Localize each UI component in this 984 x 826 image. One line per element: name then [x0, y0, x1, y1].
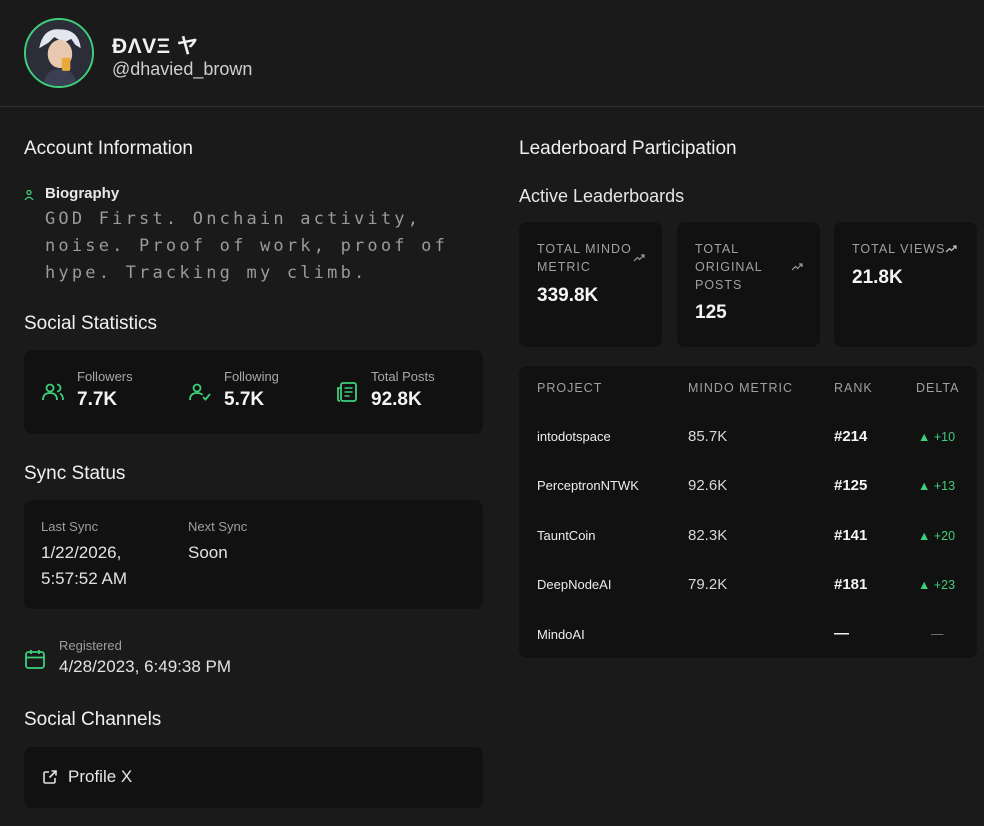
total-original-posts-label: TOTAL ORIGINAL POSTS — [695, 240, 763, 294]
sync-status-card: Last Sync 1/22/2026, 5:57:52 AM Next Syn… — [24, 500, 483, 609]
trending-up-icon — [633, 254, 645, 262]
project-rank: #214 — [834, 428, 868, 445]
social-statistics-title: Social Statistics — [24, 313, 158, 334]
total-views-value: 21.8K — [852, 267, 903, 288]
metric-label-line: TOTAL MINDO — [537, 242, 632, 256]
next-sync-label: Next Sync — [188, 519, 248, 534]
total-views-label: TOTAL VIEWS — [852, 240, 945, 258]
avatar-image — [26, 20, 92, 86]
newspaper-icon — [337, 382, 357, 402]
sync-status-title: Sync Status — [24, 463, 126, 484]
total-original-posts-value: 125 — [695, 302, 727, 323]
total-posts-value: 92.8K — [371, 389, 422, 410]
column-header-rank: RANK — [834, 381, 873, 395]
profile-header: ĐΛVΞ ヤ @dhavied_brown — [0, 0, 984, 107]
total-mindo-metric-value: 339.8K — [537, 285, 599, 306]
last-sync-date: 1/22/2026, — [41, 543, 122, 562]
project-metric: 79.2K — [688, 576, 728, 593]
project-delta: — — [931, 627, 944, 641]
calendar-icon — [25, 650, 45, 669]
leaderboard-participation-title: Leaderboard Participation — [519, 138, 737, 159]
project-name[interactable]: PerceptronNTWK — [537, 478, 639, 493]
last-sync-label: Last Sync — [41, 519, 99, 534]
project-name[interactable]: MindoAI — [537, 627, 585, 642]
biography-label: Biography — [45, 185, 120, 202]
last-sync-value: 1/22/2026, 5:57:52 AM — [41, 540, 127, 592]
avatar[interactable] — [24, 18, 94, 88]
trending-up-icon — [945, 245, 957, 253]
project-rank: #125 — [834, 477, 868, 494]
project-rank: #141 — [834, 527, 868, 544]
column-header-mindo-metric: MINDO METRIC — [688, 381, 794, 395]
user-icon — [24, 189, 34, 201]
social-channels-title: Social Channels — [24, 709, 162, 730]
column-header-project: PROJECT — [537, 381, 603, 395]
project-delta: ▲ +10 — [918, 430, 956, 444]
total-views-card: TOTAL VIEWS 21.8K — [834, 222, 977, 347]
user-check-icon — [189, 383, 211, 401]
profile-x-label[interactable]: Profile X — [68, 767, 132, 787]
project-delta: ▲ +23 — [918, 578, 956, 592]
total-original-posts-card: TOTAL ORIGINAL POSTS 125 — [677, 222, 820, 347]
active-leaderboards-title: Active Leaderboards — [519, 186, 685, 206]
display-name: ĐΛVΞ ヤ — [112, 35, 199, 58]
followers-value: 7.7K — [77, 389, 118, 410]
followers-label: Followers — [77, 369, 133, 384]
metric-label-line: ORIGINAL — [695, 260, 763, 274]
project-rank: #181 — [834, 576, 868, 593]
project-delta: ▲ +20 — [918, 529, 956, 543]
total-mindo-metric-card: TOTAL MINDO METRIC 339.8K — [519, 222, 662, 347]
project-name[interactable]: TauntCoin — [537, 528, 596, 543]
trending-up-icon — [791, 263, 803, 271]
registered-value: 4/28/2023, 6:49:38 PM — [59, 657, 232, 676]
metric-label-line: TOTAL VIEWS — [852, 242, 946, 256]
account-information-title: Account Information — [24, 138, 193, 159]
external-link-icon — [43, 770, 57, 784]
project-rank: — — [834, 625, 849, 642]
project-name[interactable]: DeepNodeAI — [537, 577, 611, 592]
leaderboard-table — [519, 366, 977, 658]
last-sync-time: 5:57:52 AM — [41, 569, 128, 588]
following-value: 5.7K — [224, 389, 265, 410]
project-delta: ▲ +13 — [918, 479, 956, 493]
project-metric: 82.3K — [688, 527, 728, 544]
total-mindo-metric-label: TOTAL MINDO METRIC — [537, 240, 632, 276]
metric-label-line: METRIC — [537, 260, 591, 274]
following-label: Following — [224, 369, 279, 384]
metric-label-line: POSTS — [695, 278, 743, 292]
total-posts-label: Total Posts — [371, 369, 435, 384]
project-metric: 85.7K — [688, 428, 728, 445]
column-header-delta: DELTA — [916, 381, 960, 395]
social-stats-card: Followers 7.7K Following 5.7K Total Post… — [24, 350, 483, 434]
username-handle: @dhavied_brown — [112, 59, 253, 79]
project-metric: 92.6K — [688, 477, 728, 494]
project-name[interactable]: intodotspace — [537, 429, 611, 444]
next-sync-value: Soon — [188, 543, 228, 562]
registered-label: Registered — [59, 638, 122, 653]
metric-label-line: TOTAL — [695, 242, 740, 256]
users-icon — [42, 383, 64, 401]
biography-text: GOD First. Onchain activity, noise. Proo… — [45, 209, 449, 283]
